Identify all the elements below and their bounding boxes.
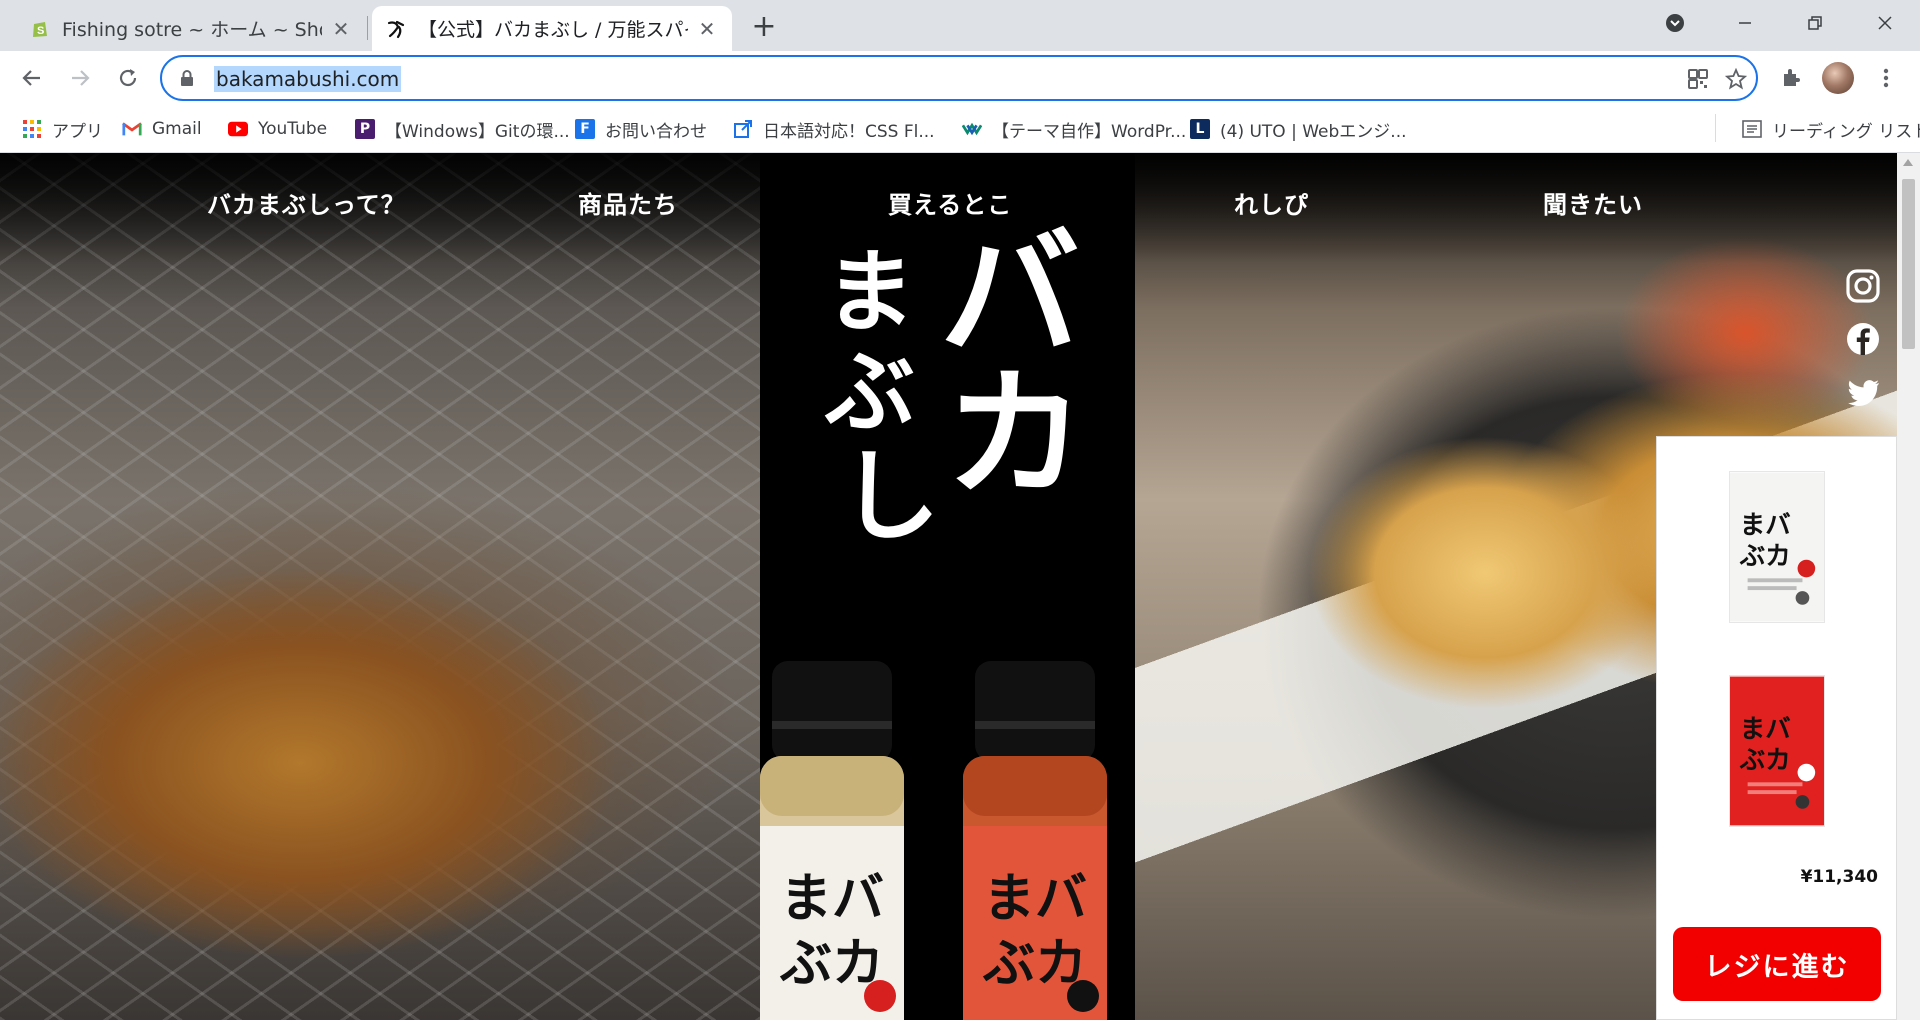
bookmark-l-icon: L bbox=[1190, 119, 1210, 139]
bookmark-uto[interactable]: L (4) UTO | Webエンジ... bbox=[1190, 115, 1407, 143]
shopify-icon: S bbox=[30, 19, 50, 39]
close-icon[interactable]: ✕ bbox=[330, 17, 352, 41]
tab-title: 【公式】バカまぶし / 万能スパイス バカ bbox=[418, 19, 688, 41]
cart-item-white-pack[interactable]: まバ ぶカ bbox=[1729, 471, 1825, 623]
instagram-icon[interactable] bbox=[1845, 268, 1881, 304]
bookmark-gmail[interactable]: Gmail bbox=[122, 115, 202, 143]
bookmark-label: Gmail bbox=[152, 119, 202, 139]
bookmark-external-icon bbox=[733, 119, 753, 139]
logo-glyph-ma: ま bbox=[825, 239, 915, 345]
svg-text:ぶカ: ぶカ bbox=[982, 933, 1087, 994]
bookmark-f-icon: F bbox=[575, 119, 595, 139]
page-scrollbar[interactable] bbox=[1897, 153, 1920, 1020]
bookmark-css[interactable]: 日本語対応！CSS Fl... bbox=[733, 115, 935, 143]
gmail-icon bbox=[122, 119, 142, 139]
svg-text:まバ: まバ bbox=[1740, 510, 1791, 540]
spice-bottle-white[interactable]: まバ ぶカ bbox=[752, 661, 912, 1020]
reading-list-label: リーディング リスト bbox=[1772, 121, 1920, 142]
bookmark-label: 日本語対応！CSS Fl... bbox=[763, 121, 935, 142]
svg-text:ぶカ: ぶカ bbox=[1739, 746, 1791, 776]
minimize-icon[interactable] bbox=[1710, 0, 1780, 46]
apps-grid-icon bbox=[22, 119, 42, 139]
brand-logo[interactable]: バ カ ま ぶ し bbox=[805, 213, 1105, 553]
address-bar[interactable]: bakamabushi.com bbox=[160, 55, 1758, 101]
tab-divider bbox=[367, 16, 368, 40]
svg-text:ぶカ: ぶカ bbox=[1739, 542, 1791, 572]
logo-glyph-bu: ぶ bbox=[824, 339, 915, 445]
youtube-icon bbox=[228, 119, 248, 139]
grilled-fish-image bbox=[0, 153, 760, 1020]
bookmark-git[interactable]: P 【Windows】Gitの環... bbox=[355, 115, 570, 143]
tab-search-icon[interactable] bbox=[1640, 0, 1710, 46]
svg-text:まバ: まバ bbox=[983, 868, 1087, 929]
cart-drawer: まバ ぶカ まバ ぶカ ¥11,340 レジに進む bbox=[1656, 436, 1897, 1020]
svg-text:まバ: まバ bbox=[780, 868, 884, 929]
cart-total: ¥11,340 bbox=[1800, 867, 1878, 887]
reading-list-icon bbox=[1742, 119, 1762, 139]
scroll-thumb[interactable] bbox=[1902, 179, 1915, 349]
nav-recipes[interactable]: れしぴ bbox=[1234, 185, 1309, 220]
bookmark-p-icon: P bbox=[355, 119, 375, 139]
qr-code-icon[interactable] bbox=[1686, 67, 1710, 91]
forward-icon[interactable] bbox=[62, 60, 98, 96]
cart-item-red-pack[interactable]: まバ ぶカ bbox=[1729, 675, 1825, 827]
bookmarks-divider bbox=[1715, 114, 1716, 142]
new-tab-button[interactable]: + bbox=[748, 9, 780, 44]
tab-title: Fishing sotre ~ ホーム ~ Shopify bbox=[62, 19, 322, 41]
tab-bakamabushi[interactable]: 【公式】バカまぶし / 万能スパイス バカ ✕ bbox=[372, 6, 732, 51]
bakamabushi-favicon bbox=[386, 19, 406, 39]
tab-shopify[interactable]: S Fishing sotre ~ ホーム ~ Shopify ✕ bbox=[16, 6, 366, 51]
facebook-icon[interactable] bbox=[1845, 321, 1881, 357]
page-viewport: バカまぶしって？ 商品たち 買えるとこ れしぴ 聞きたい バ カ ま ぶ し ま… bbox=[0, 153, 1897, 1020]
spice-bottle-red[interactable]: まバ ぶカ bbox=[955, 661, 1115, 1020]
url-text[interactable]: bakamabushi.com bbox=[214, 66, 402, 92]
bookmark-w-icon bbox=[962, 119, 982, 139]
menu-icon[interactable] bbox=[1868, 60, 1904, 96]
bookmark-contact[interactable]: F お問い合わせ bbox=[575, 115, 707, 143]
twitter-icon[interactable] bbox=[1845, 375, 1881, 411]
reading-list[interactable]: リーディング リスト bbox=[1742, 115, 1920, 143]
nav-products[interactable]: 商品たち bbox=[578, 185, 678, 220]
bookmark-label: 【テーマ自作】WordPr... bbox=[992, 121, 1187, 142]
extensions-icon[interactable] bbox=[1773, 60, 1809, 96]
svg-text:まバ: まバ bbox=[1740, 714, 1791, 744]
bookmark-label: YouTube bbox=[258, 119, 328, 139]
nav-about[interactable]: バカまぶしって？ bbox=[207, 185, 406, 220]
bookmark-label: アプリ bbox=[52, 121, 103, 142]
profile-avatar[interactable] bbox=[1822, 62, 1854, 94]
reload-icon[interactable] bbox=[110, 60, 146, 96]
svg-text:ぶカ: ぶカ bbox=[779, 933, 884, 994]
bookmark-star-icon[interactable] bbox=[1724, 67, 1748, 91]
bookmark-youtube[interactable]: YouTube bbox=[228, 115, 327, 143]
bookmark-label: お問い合わせ bbox=[605, 121, 707, 142]
checkout-button[interactable]: レジに進む bbox=[1673, 927, 1881, 1001]
lock-icon bbox=[178, 69, 196, 87]
nav-contact[interactable]: 聞きたい bbox=[1543, 185, 1643, 220]
bookmark-apps[interactable]: アプリ bbox=[22, 115, 103, 143]
svg-text:S: S bbox=[37, 25, 44, 37]
bookmark-label: 【Windows】Gitの環... bbox=[385, 121, 570, 142]
bookmark-label: (4) UTO | Webエンジ... bbox=[1220, 121, 1407, 142]
bookmark-wordpress[interactable]: 【テーマ自作】WordPr... bbox=[962, 115, 1186, 143]
logo-glyph-shi: し bbox=[840, 437, 940, 553]
browser-toolbar: bakamabushi.com bbox=[0, 51, 1920, 105]
scroll-up-arrow-icon[interactable] bbox=[1903, 159, 1913, 166]
tab-strip: S Fishing sotre ~ ホーム ~ Shopify ✕ 【公式】バカ… bbox=[0, 0, 1920, 51]
bookmarks-bar: アプリ Gmail YouTube P 【Windows】Gitの環... F … bbox=[0, 105, 1920, 153]
window-close-icon[interactable] bbox=[1850, 0, 1920, 46]
back-icon[interactable] bbox=[14, 60, 50, 96]
close-icon[interactable]: ✕ bbox=[696, 17, 718, 41]
logo-glyph-ka: カ bbox=[945, 353, 1085, 517]
restore-icon[interactable] bbox=[1780, 0, 1850, 46]
